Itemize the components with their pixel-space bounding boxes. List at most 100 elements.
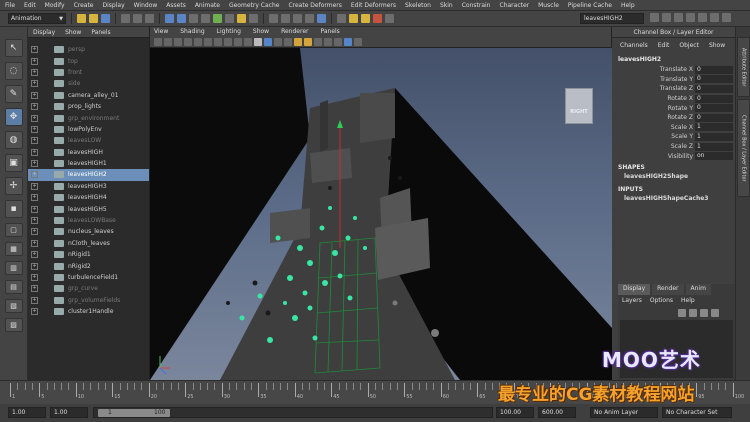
wireframe-icon[interactable] (254, 37, 262, 46)
channel-row[interactable]: Translate X0 (612, 65, 735, 75)
channel-value-field[interactable]: 0 (695, 65, 733, 74)
save-scene-icon[interactable] (101, 14, 110, 23)
expand-icon[interactable]: + (31, 182, 38, 190)
menu-set-dropdown[interactable]: Animation ▼ (8, 13, 66, 24)
menu-item[interactable]: Geometry Cache (229, 2, 279, 9)
textured-icon[interactable] (284, 37, 292, 46)
channel-value-field[interactable]: 0 (695, 75, 733, 84)
new-scene-icon[interactable] (77, 14, 86, 23)
outliner-item[interactable]: + side (28, 78, 149, 89)
channel-row[interactable]: Translate Y0 (612, 75, 735, 85)
expand-icon[interactable]: + (31, 171, 38, 179)
outliner-item[interactable]: + turbulenceField1 (28, 272, 149, 283)
layout-single-pane-icon[interactable]: ▢ (4, 223, 23, 237)
outliner-item[interactable]: + top (28, 55, 149, 66)
menu-item[interactable]: File (5, 2, 15, 9)
channel-label[interactable]: Scale Y (612, 133, 695, 140)
menu-item[interactable]: Edit (24, 2, 36, 9)
mask-surfaces-icon[interactable] (201, 14, 210, 23)
use-all-lights-icon[interactable] (294, 37, 302, 46)
viewcube[interactable]: RIGHT (565, 88, 593, 124)
channel-menu-show[interactable]: Show (709, 42, 725, 49)
mask-joints-icon[interactable] (177, 14, 186, 23)
menu-item[interactable]: Help (621, 2, 635, 9)
shadows-icon[interactable] (304, 37, 312, 46)
outliner-item[interactable]: + camera_alley_01 (28, 90, 149, 101)
show-hide-attribute-editor-icon[interactable] (650, 13, 659, 22)
grid-toggle-icon[interactable] (194, 37, 202, 46)
expand-icon[interactable]: + (31, 160, 38, 168)
channel-label[interactable]: Rotate Y (612, 105, 695, 112)
viewport-menu-renderer[interactable]: Renderer (281, 28, 308, 35)
layout-four-pane-icon[interactable]: ▦ (4, 242, 23, 256)
layer-menu-layers[interactable]: Layers (622, 297, 642, 304)
smooth-shade-icon[interactable] (264, 37, 272, 46)
layout-outliner-icon[interactable] (722, 13, 731, 22)
expand-icon[interactable]: + (31, 228, 38, 236)
viewport-menu-panels[interactable]: Panels (320, 28, 339, 35)
resolution-gate-icon[interactable] (214, 37, 222, 46)
expand-icon[interactable]: + (31, 91, 38, 99)
snap-grid-icon[interactable] (269, 14, 278, 23)
menu-item[interactable]: Character (500, 2, 530, 9)
channel-object-name[interactable]: leavesHIGH2 (612, 56, 735, 65)
channel-label[interactable]: Translate Z (612, 85, 695, 92)
outliner-item[interactable]: + nucleus_leaves (28, 226, 149, 237)
end-time-field[interactable]: 600.00 (538, 407, 576, 418)
channel-row[interactable]: Rotate Z0 (612, 113, 735, 123)
xray-components-icon[interactable] (334, 37, 342, 46)
layout-single-icon[interactable] (698, 13, 707, 22)
safe-action-icon[interactable] (244, 37, 252, 46)
character-set-dropdown[interactable]: No Character Set (662, 407, 732, 418)
outliner-item[interactable]: + prop_lights (28, 101, 149, 112)
move-layer-up-icon[interactable] (678, 309, 686, 317)
gate-mask-icon[interactable] (224, 37, 232, 46)
menu-item[interactable]: Display (103, 2, 125, 9)
channel-menu-edit[interactable]: Edit (658, 42, 670, 49)
camera-attributes-icon[interactable] (164, 37, 172, 46)
make-live-icon[interactable] (317, 14, 326, 23)
outliner-item[interactable]: + leavesHIGH (28, 147, 149, 158)
channel-value-field[interactable]: 0 (695, 113, 733, 122)
last-tool-icon[interactable]: ▪ (4, 200, 23, 218)
menu-item[interactable]: Create Deformers (288, 2, 341, 9)
menu-item[interactable]: Skin (440, 2, 453, 9)
outliner-item[interactable]: + grp_curve (28, 283, 149, 294)
viewport-menu-lighting[interactable]: Lighting (217, 28, 241, 35)
rotate-tool-icon[interactable]: ◍ (4, 131, 23, 149)
outliner-item[interactable]: + leavesHIGH2 (28, 169, 149, 181)
outliner-item[interactable]: + grp_environment (28, 112, 149, 123)
outliner-item[interactable]: + leavesLOWBase (28, 215, 149, 226)
bookmark-icon[interactable] (174, 37, 182, 46)
select-hierarchy-icon[interactable] (121, 14, 130, 23)
start-time-field[interactable]: 1.00 (8, 407, 46, 418)
range-slider[interactable]: 1 100 (93, 407, 493, 418)
channel-label[interactable]: Rotate Z (612, 114, 695, 121)
channel-label[interactable]: Translate Y (612, 76, 695, 83)
select-camera-icon[interactable] (154, 37, 162, 46)
channel-label[interactable]: Translate X (612, 66, 695, 73)
channel-value-field[interactable]: 1 (695, 142, 733, 151)
outliner-item[interactable]: + persp (28, 44, 149, 55)
expand-icon[interactable]: + (31, 68, 38, 76)
tab-anim[interactable]: Anim (685, 284, 711, 295)
outliner-item[interactable]: + nRigid1 (28, 249, 149, 260)
expand-icon[interactable]: + (31, 148, 38, 156)
select-component-icon[interactable] (145, 14, 154, 23)
tab-render[interactable]: Render (652, 284, 684, 295)
channel-row[interactable]: Scale Z1 (612, 142, 735, 152)
outliner-item[interactable]: + lowPolyEnv (28, 124, 149, 135)
quick-selection-field[interactable]: leavesHIGH2 (580, 13, 644, 24)
expand-icon[interactable]: + (31, 274, 38, 281)
panel-layout-icon[interactable] (686, 13, 695, 22)
new-layer-selected-icon[interactable] (711, 309, 719, 317)
outliner-item[interactable]: + front (28, 67, 149, 78)
move-tool-icon[interactable]: ✥ (4, 108, 23, 126)
wireframe-on-shaded-icon[interactable] (274, 37, 282, 46)
expand-icon[interactable]: + (31, 125, 38, 133)
outliner-menu-show[interactable]: Show (65, 29, 81, 36)
ipr-render-icon[interactable] (361, 14, 370, 23)
menu-item[interactable]: Edit Deformers (351, 2, 396, 9)
select-object-icon[interactable] (133, 14, 142, 23)
menu-item[interactable]: Constrain (462, 2, 491, 9)
